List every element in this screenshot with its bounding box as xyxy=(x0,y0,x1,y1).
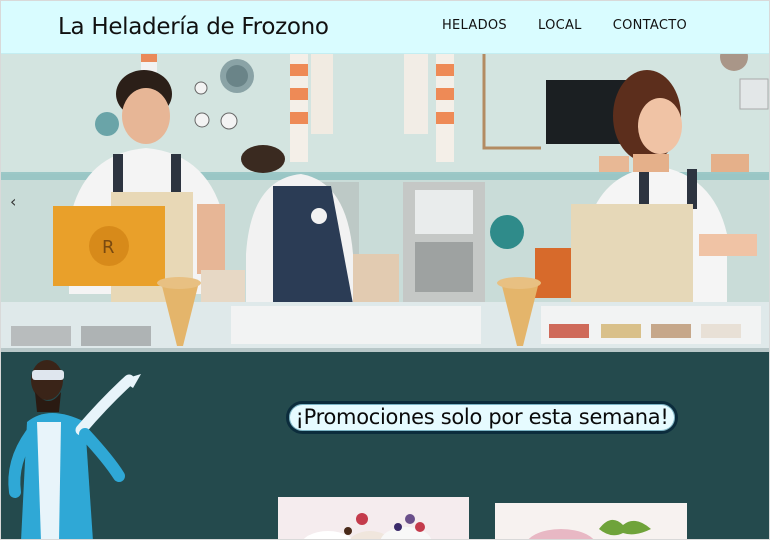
promo-card-1[interactable] xyxy=(278,497,469,539)
hero-carousel: R ‹ xyxy=(1,54,769,352)
nav-link-local[interactable]: LOCAL xyxy=(538,18,582,33)
nav-link-contacto[interactable]: CONTACTO xyxy=(613,18,687,33)
svg-text:R: R xyxy=(102,237,115,258)
site-title[interactable]: La Heladería de Frozono xyxy=(58,14,329,40)
hero-image: R xyxy=(1,54,769,352)
promotions-section: ¡Promociones solo por esta semana! xyxy=(1,352,769,539)
page: La Heladería de Frozono HELADOS LOCAL CO… xyxy=(0,0,770,540)
promo-card-2-image xyxy=(495,503,687,539)
frozono-character-image xyxy=(8,360,141,539)
main-nav: HELADOS LOCAL CONTACTO xyxy=(442,18,687,33)
promo-card-1-image xyxy=(278,497,469,539)
promo-card-2[interactable] xyxy=(495,503,687,539)
site-header: La Heladería de Frozono HELADOS LOCAL CO… xyxy=(1,1,769,54)
promotions-title: ¡Promociones solo por esta semana! xyxy=(286,401,678,434)
nav-link-helados[interactable]: HELADOS xyxy=(442,18,507,33)
carousel-prev-arrow[interactable]: ‹ xyxy=(10,193,24,211)
